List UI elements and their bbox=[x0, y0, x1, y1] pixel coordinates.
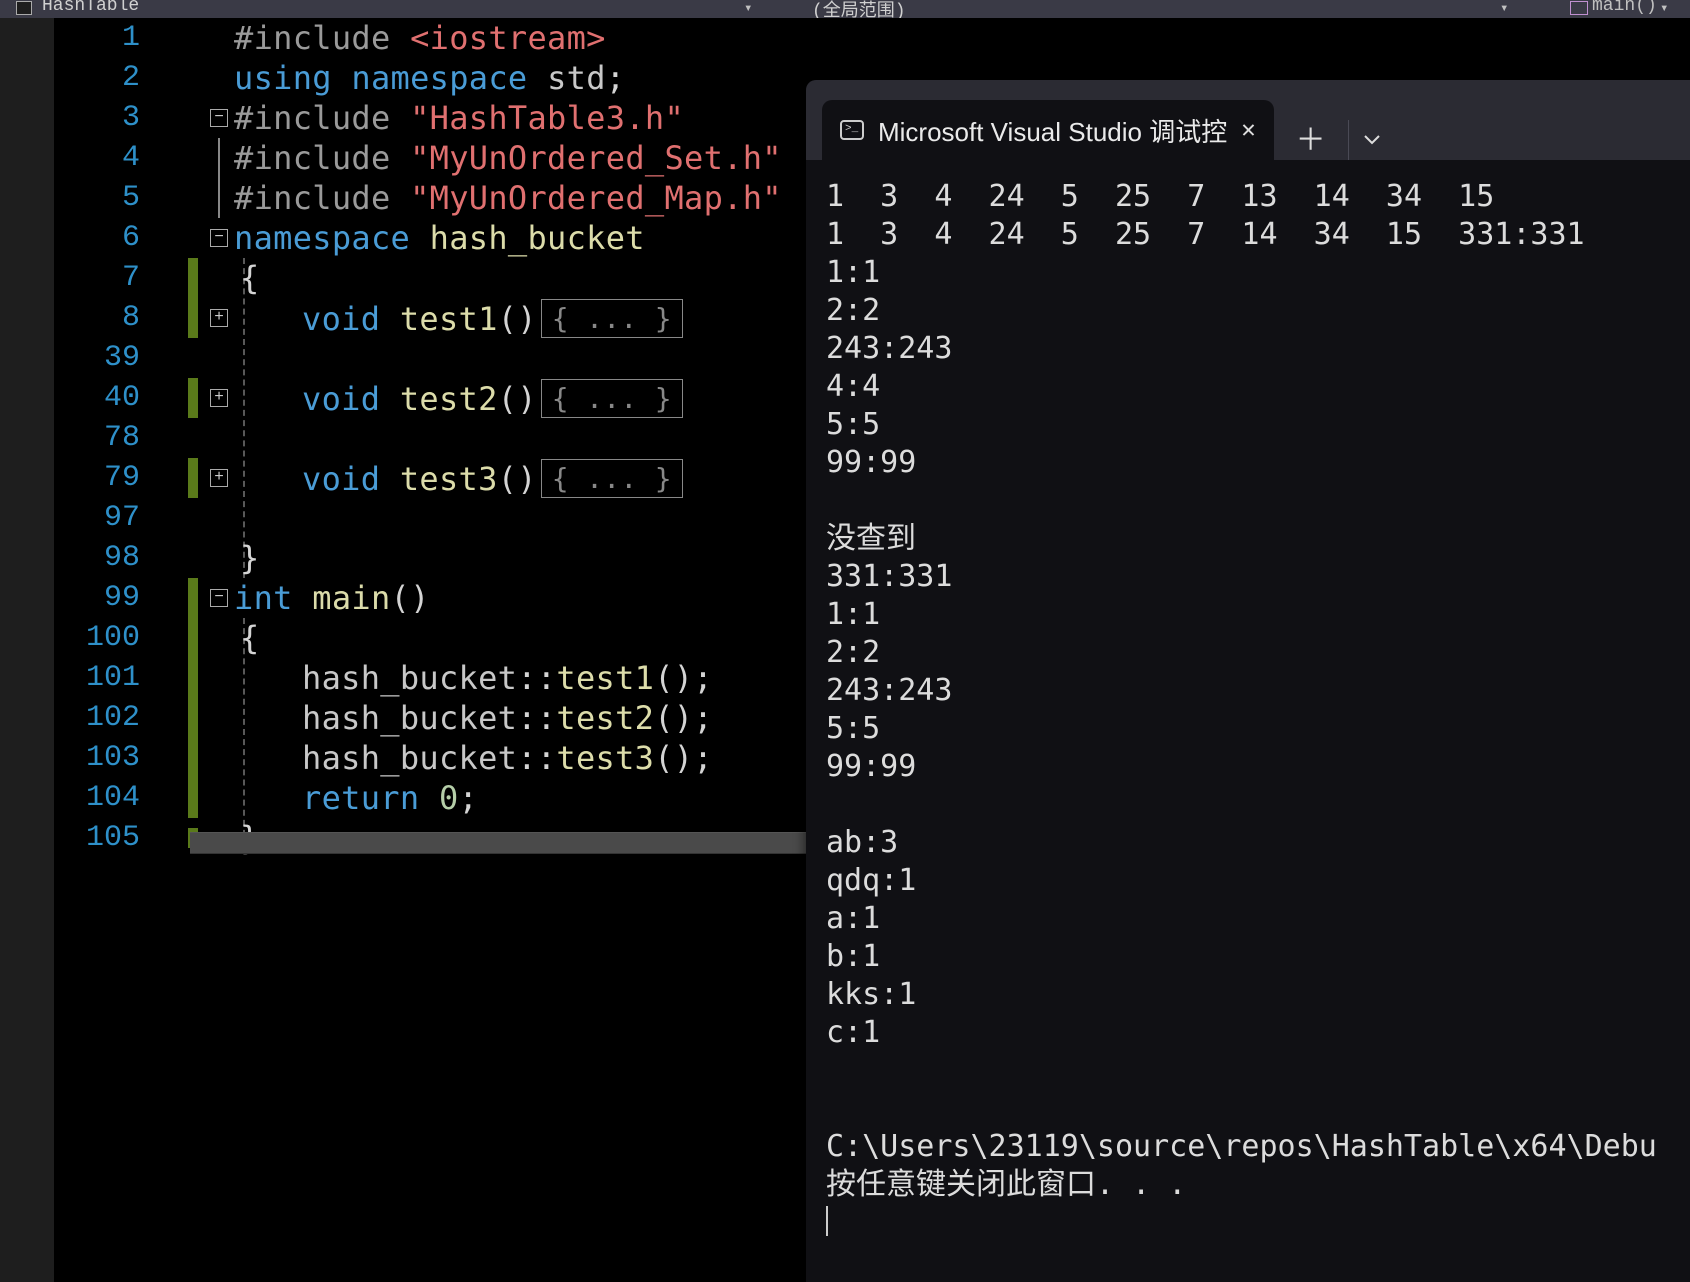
chevron-down-icon[interactable]: ▾ bbox=[744, 0, 752, 17]
code-content: return 0; bbox=[302, 779, 478, 817]
editor-navigation-bar: HashTable ▾ (全局范围) ▾ main() ▾ bbox=[0, 0, 1690, 18]
fold-expand-icon[interactable]: + bbox=[210, 309, 228, 327]
code-content: using namespace std; bbox=[234, 59, 625, 97]
line-number: 101 bbox=[0, 661, 140, 695]
terminal-menu-button[interactable] bbox=[1348, 120, 1395, 160]
line-number: 40 bbox=[0, 381, 140, 415]
line-number: 99 bbox=[0, 581, 140, 615]
code-content: } bbox=[240, 539, 260, 577]
git-change-marker bbox=[188, 578, 198, 618]
line-number: 100 bbox=[0, 621, 140, 655]
preproc-bar bbox=[218, 138, 220, 178]
code-content: #include <iostream> bbox=[234, 19, 606, 57]
git-change-marker bbox=[188, 258, 198, 298]
fold-collapse-icon[interactable]: − bbox=[210, 589, 228, 607]
line-number: 5 bbox=[0, 181, 140, 215]
class-icon bbox=[16, 1, 32, 15]
line-number: 2 bbox=[0, 61, 140, 95]
code-content: namespace hash_bucket bbox=[234, 219, 645, 257]
code-content: #include "MyUnOrdered_Set.h" bbox=[234, 139, 782, 177]
line-number: 1 bbox=[0, 21, 140, 55]
git-change-marker bbox=[188, 618, 198, 658]
line-number: 79 bbox=[0, 461, 140, 495]
line-number: 98 bbox=[0, 541, 140, 575]
chevron-down-icon bbox=[1363, 131, 1381, 149]
terminal-window: Microsoft Visual Studio 调试控 ✕ ＋ 1 3 4 24… bbox=[806, 80, 1690, 1282]
code-content: hash_bucket::test1(); bbox=[302, 659, 713, 697]
fold-expand-icon[interactable]: + bbox=[210, 469, 228, 487]
horizontal-scrollbar[interactable] bbox=[190, 832, 806, 854]
code-content: #include "MyUnOrdered_Map.h" bbox=[234, 179, 782, 217]
terminal-tab[interactable]: Microsoft Visual Studio 调试控 ✕ bbox=[822, 100, 1274, 160]
git-change-marker bbox=[188, 778, 198, 818]
indent-guide bbox=[243, 258, 245, 578]
line-number: 4 bbox=[0, 141, 140, 175]
fold-expand-icon[interactable]: + bbox=[210, 389, 228, 407]
chevron-down-icon[interactable]: ▾ bbox=[1500, 0, 1508, 17]
class-scope-label: HashTable bbox=[42, 0, 139, 16]
chevron-down-icon[interactable]: ▾ bbox=[1660, 0, 1668, 17]
git-change-marker bbox=[188, 298, 198, 338]
git-change-marker bbox=[188, 658, 198, 698]
collapsed-region[interactable]: { ... } bbox=[541, 299, 683, 338]
new-tab-button[interactable]: ＋ bbox=[1274, 115, 1348, 160]
line-number: 104 bbox=[0, 781, 140, 815]
line-number: 105 bbox=[0, 821, 140, 855]
code-content: { bbox=[240, 619, 260, 657]
preproc-bar bbox=[218, 178, 220, 218]
terminal-cursor bbox=[826, 1206, 828, 1236]
code-content: void test1(){ ... } bbox=[302, 299, 683, 338]
line-number: 3 bbox=[0, 101, 140, 135]
code-content: hash_bucket::test2(); bbox=[302, 699, 713, 737]
function-label: main() bbox=[1592, 0, 1657, 16]
code-content: #include "HashTable3.h" bbox=[234, 99, 684, 137]
line-number: 7 bbox=[0, 261, 140, 295]
terminal-titlebar: Microsoft Visual Studio 调试控 ✕ ＋ bbox=[806, 80, 1690, 160]
console-icon bbox=[840, 120, 864, 140]
git-change-marker bbox=[188, 378, 198, 418]
code-content: void test3(){ ... } bbox=[302, 459, 683, 498]
collapsed-region[interactable]: { ... } bbox=[541, 379, 683, 418]
terminal-output[interactable]: 1 3 4 24 5 25 7 13 14 34 15 1 3 4 24 5 2… bbox=[806, 160, 1690, 1260]
line-number: 6 bbox=[0, 221, 140, 255]
git-change-marker bbox=[188, 738, 198, 778]
line-number: 78 bbox=[0, 421, 140, 455]
terminal-text: 1 3 4 24 5 25 7 13 14 34 15 1 3 4 24 5 2… bbox=[826, 179, 1657, 1202]
code-content: int main() bbox=[234, 579, 430, 617]
fold-collapse-icon[interactable]: − bbox=[210, 109, 228, 127]
function-dropdown[interactable]: main() bbox=[1570, 0, 1657, 16]
git-change-marker bbox=[188, 458, 198, 498]
git-change-marker bbox=[188, 698, 198, 738]
code-content: hash_bucket::test3(); bbox=[302, 739, 713, 777]
terminal-tab-title: Microsoft Visual Studio 调试控 bbox=[878, 112, 1227, 149]
class-scope-dropdown[interactable]: HashTable bbox=[16, 0, 139, 16]
line-number: 97 bbox=[0, 501, 140, 535]
code-content: { bbox=[240, 259, 299, 297]
fold-collapse-icon[interactable]: − bbox=[210, 229, 228, 247]
line-number: 102 bbox=[0, 701, 140, 735]
line-number: 39 bbox=[0, 341, 140, 375]
close-icon[interactable]: ✕ bbox=[1241, 115, 1255, 145]
code-content: void test2(){ ... } bbox=[302, 379, 683, 418]
line-number: 8 bbox=[0, 301, 140, 335]
function-icon bbox=[1570, 1, 1588, 15]
line-number: 103 bbox=[0, 741, 140, 775]
collapsed-region[interactable]: { ... } bbox=[541, 459, 683, 498]
